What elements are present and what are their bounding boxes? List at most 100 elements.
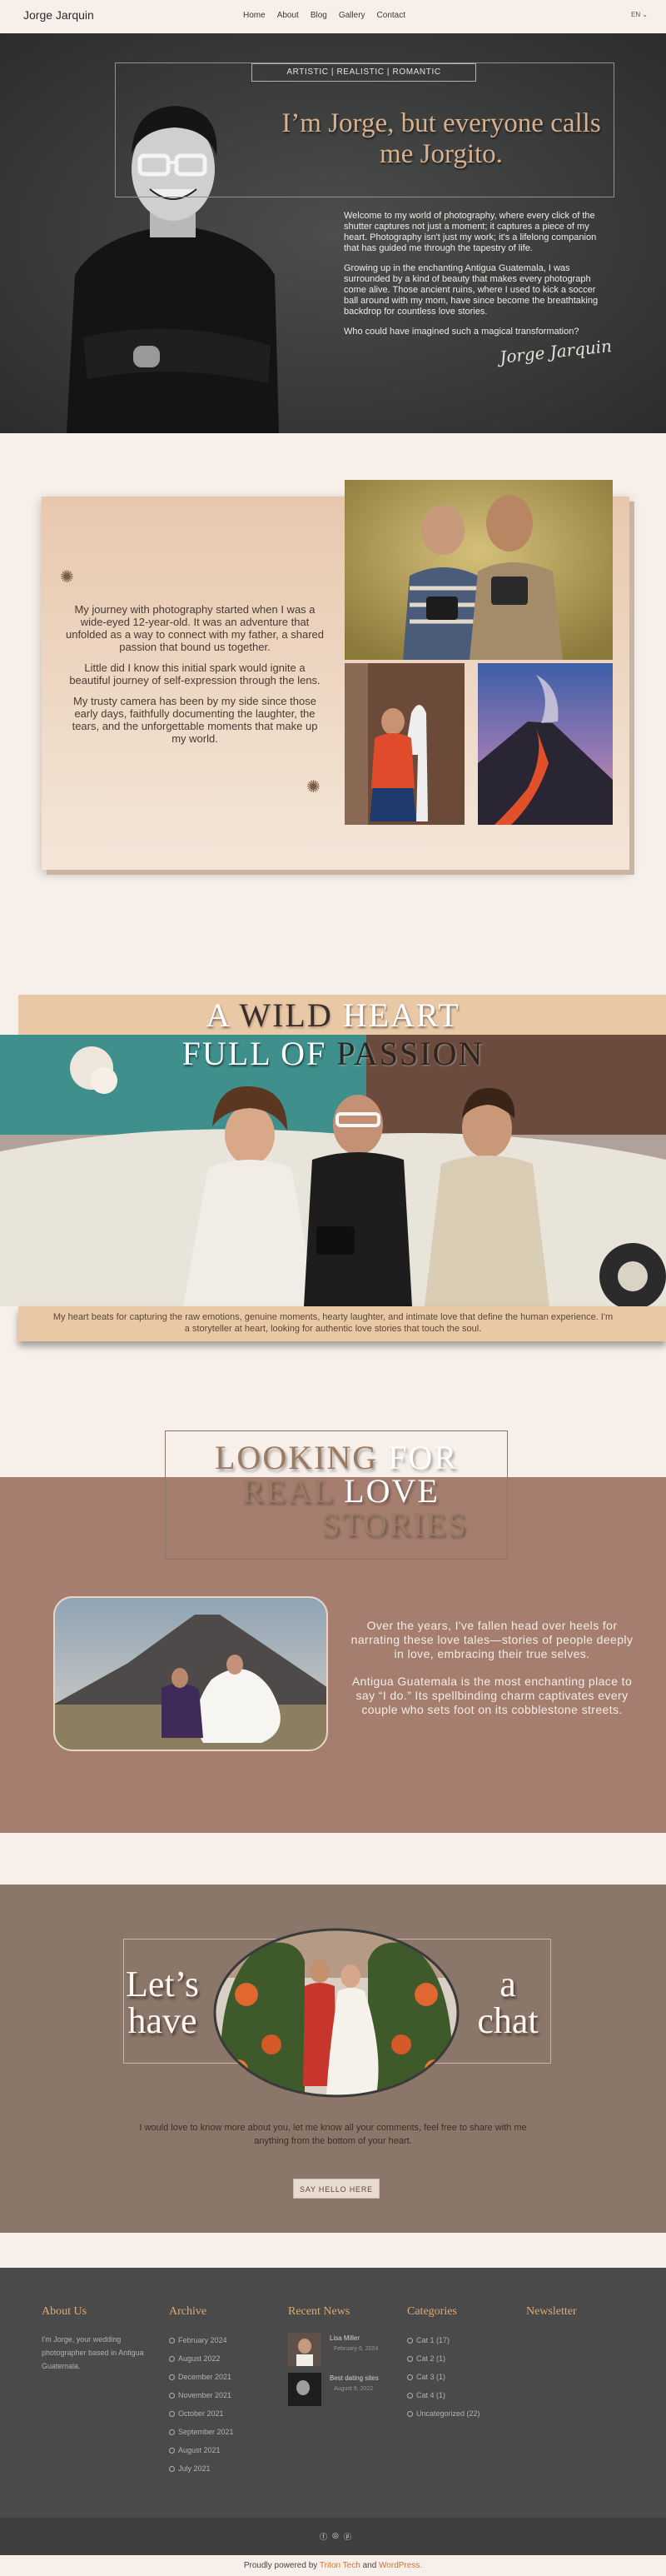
newsletter-heading: Newsletter bbox=[526, 2305, 577, 2318]
category-label: Cat 3 (1) bbox=[416, 2373, 446, 2381]
heading-word: PASSION bbox=[336, 1035, 485, 1072]
about-heading: About Us bbox=[42, 2305, 87, 2318]
heading-word: STORIES bbox=[321, 1505, 468, 1543]
category-item[interactable]: Uncategorized (22) bbox=[407, 2404, 480, 2423]
category-label: Cat 2 (1) bbox=[416, 2354, 446, 2363]
journey-paragraph: Little did I know this initial spark wou… bbox=[69, 661, 321, 686]
archive-label: December 2021 bbox=[178, 2373, 232, 2381]
circle-icon bbox=[169, 2465, 175, 2472]
instagram-icon[interactable]: ◎ bbox=[332, 2531, 339, 2542]
volcano-couple-photo bbox=[53, 1596, 328, 1751]
circle-icon bbox=[169, 2410, 175, 2417]
circle-icon bbox=[169, 2374, 175, 2380]
site-footer: About Us I'm Jorge, your wedding photogr… bbox=[0, 2268, 666, 2518]
heading-word: FULL bbox=[181, 1035, 271, 1072]
heading-word: WILD bbox=[239, 996, 333, 1034]
circle-icon bbox=[407, 2337, 413, 2344]
archive-item[interactable]: July 2021 bbox=[169, 2459, 234, 2478]
chat-heading-right: a chat bbox=[458, 1966, 558, 2039]
archive-label: October 2021 bbox=[178, 2409, 224, 2418]
about-text: I'm Jorge, your wedding photographer bas… bbox=[42, 2335, 144, 2370]
archive-list: February 2024 August 2022 December 2021 … bbox=[169, 2331, 234, 2478]
news-title: Best dating sites bbox=[330, 2374, 379, 2382]
circle-icon bbox=[169, 2392, 175, 2399]
journey-paragraph: My trusty camera has been by my side sin… bbox=[72, 695, 318, 745]
llama-photo bbox=[345, 663, 465, 825]
site-logo[interactable]: Jorge Jarquin bbox=[23, 8, 94, 22]
journey-paragraph: My journey with photography started when… bbox=[65, 603, 324, 653]
hero-paragraph: Welcome to my world of photography, wher… bbox=[344, 211, 597, 253]
heading-word: chat bbox=[477, 2000, 539, 2041]
circle-icon bbox=[169, 2429, 175, 2435]
volcano-photo bbox=[478, 663, 613, 825]
facebook-icon[interactable]: ⓕ bbox=[320, 2531, 327, 2542]
heading-word: FOR bbox=[388, 1439, 458, 1476]
hero-section: ARTISTIC | REALISTIC | ROMANTIC I’m Jorg… bbox=[0, 33, 666, 433]
nav-blog[interactable]: Blog bbox=[311, 11, 327, 20]
father-son-photo bbox=[345, 480, 613, 660]
circle-icon bbox=[407, 2392, 413, 2399]
nav-about[interactable]: About bbox=[277, 11, 299, 20]
wild-heart-text: My heart beats for capturing the raw emo… bbox=[52, 1312, 614, 1334]
nav-gallery[interactable]: Gallery bbox=[339, 11, 365, 20]
archive-item[interactable]: August 2022 bbox=[169, 2349, 234, 2368]
hero-paragraph: Who could have imagined such a magical t… bbox=[344, 327, 579, 337]
circle-icon bbox=[407, 2374, 413, 2380]
social-icons: ⓕ ◎ ⓟ bbox=[320, 2531, 351, 2542]
circle-icon bbox=[407, 2410, 413, 2417]
main-nav: Home About Blog Gallery Contact bbox=[243, 11, 405, 20]
categories-list: Cat 1 (17) Cat 2 (1) Cat 3 (1) Cat 4 (1)… bbox=[407, 2331, 480, 2423]
archive-label: February 2024 bbox=[178, 2336, 227, 2344]
news-date: February 6, 2024 bbox=[334, 2346, 379, 2352]
heading-word: Let’s bbox=[126, 1964, 199, 2004]
archive-label: August 2022 bbox=[178, 2354, 221, 2363]
heading-word: a bbox=[500, 1964, 516, 2004]
love-heading-line-1: LOOKING FOR bbox=[165, 1441, 508, 1475]
love-paragraph: Antigua Guatemala is the most enchanting… bbox=[351, 1675, 633, 1716]
category-item[interactable]: Cat 2 (1) bbox=[407, 2349, 480, 2368]
archive-item[interactable]: October 2021 bbox=[169, 2404, 234, 2423]
credit-link-wordpress[interactable]: WordPress. bbox=[379, 2561, 422, 2570]
category-label: Uncategorized (22) bbox=[416, 2409, 480, 2418]
sun-icon: ✺ bbox=[60, 568, 74, 587]
heading-word: A bbox=[206, 996, 231, 1034]
archive-item[interactable]: December 2021 bbox=[169, 2368, 234, 2386]
hero-tagline: ARTISTIC | REALISTIC | ROMANTIC bbox=[251, 63, 476, 82]
hero-title: I’m Jorge, but everyone calls me Jorgito… bbox=[281, 108, 601, 169]
credit-link-triton[interactable]: Triton Tech bbox=[320, 2561, 360, 2570]
archive-item[interactable]: August 2021 bbox=[169, 2441, 234, 2459]
circle-icon bbox=[169, 2447, 175, 2454]
nav-home[interactable]: Home bbox=[243, 11, 266, 20]
love-heading-line-3: STORIES bbox=[165, 1508, 508, 1541]
chat-heading-left: Let’s have bbox=[104, 1966, 221, 2039]
heading-word: HEART bbox=[342, 996, 460, 1034]
archive-item[interactable]: February 2024 bbox=[169, 2331, 234, 2349]
love-heading-line-2: REAL LOVE bbox=[165, 1475, 508, 1508]
say-hello-button[interactable]: SAY HELLO HERE bbox=[293, 2179, 380, 2199]
recent-news-heading: Recent News bbox=[288, 2305, 350, 2318]
categories-heading: Categories bbox=[407, 2305, 457, 2318]
nav-contact[interactable]: Contact bbox=[377, 11, 405, 20]
pinterest-icon[interactable]: ⓟ bbox=[344, 2531, 351, 2542]
category-item[interactable]: Cat 3 (1) bbox=[407, 2368, 480, 2386]
heading-word: REAL bbox=[241, 1472, 335, 1510]
category-label: Cat 4 (1) bbox=[416, 2391, 446, 2399]
archive-label: August 2021 bbox=[178, 2446, 221, 2454]
news-date: August 9, 2022 bbox=[334, 2386, 374, 2392]
credit-prefix: Proudly powered by bbox=[243, 2561, 318, 2570]
archive-item[interactable]: November 2021 bbox=[169, 2386, 234, 2404]
language-switcher[interactable]: EN ⌄ bbox=[631, 11, 648, 18]
site-header: Jorge Jarquin Home About Blog Gallery Co… bbox=[0, 0, 666, 33]
wedding-car-photo bbox=[0, 1035, 666, 1306]
love-stories-text: Over the years, I've fallen head over he… bbox=[348, 1619, 636, 1730]
heading-word: LOOKING bbox=[215, 1439, 379, 1476]
circle-icon bbox=[169, 2355, 175, 2362]
love-paragraph: Over the years, I've fallen head over he… bbox=[350, 1619, 634, 1660]
category-label: Cat 1 (17) bbox=[416, 2336, 450, 2344]
sun-icon: ✺ bbox=[306, 778, 321, 796]
category-item[interactable]: Cat 4 (1) bbox=[407, 2386, 480, 2404]
archive-item[interactable]: September 2021 bbox=[169, 2423, 234, 2441]
category-item[interactable]: Cat 1 (17) bbox=[407, 2331, 480, 2349]
credit-and: and bbox=[362, 2561, 377, 2570]
news-thumbnail bbox=[288, 2333, 321, 2366]
